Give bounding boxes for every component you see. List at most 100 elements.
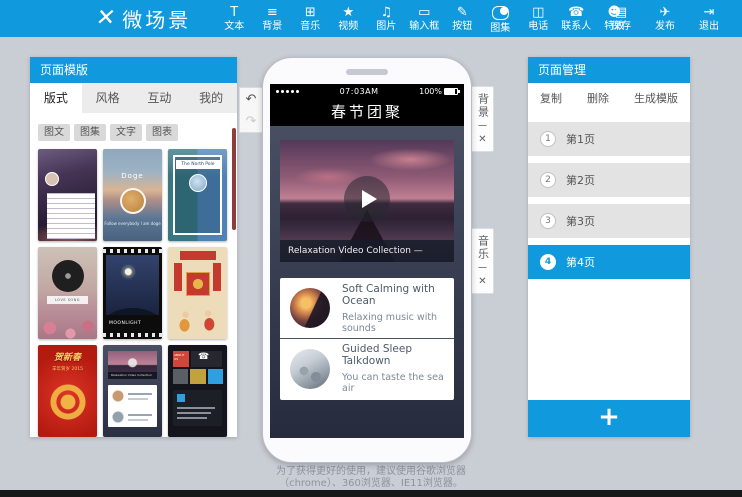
phone-preview: 07:03AM 100% 春节团聚 Relaxation Video Colle… (262, 57, 472, 463)
page-number-badge: 3 (540, 213, 556, 229)
toolbar-item-publish[interactable]: ✈发布 (646, 6, 684, 32)
filter-chip-2[interactable]: 文字 (110, 124, 142, 141)
page-action-1[interactable]: 删除 (587, 90, 609, 106)
page-item-2[interactable]: 2 第2页 (528, 163, 690, 197)
toolbar-item-label: 图片 (376, 21, 396, 32)
template-panel: 页面模版 版式风格互动我的 图文图集文字图表 Doge Follow everyb… (30, 57, 237, 437)
music-icon: ⊞ (305, 6, 316, 20)
page-manager-panel: 页面管理 复制删除生成模版 1第1页2第2页3第3页4第4页 + (528, 57, 690, 437)
template-tab-1[interactable]: 风格 (82, 83, 134, 113)
layer-tab-music[interactable]: 音乐 一 ✕ (472, 228, 494, 294)
template-north-pole[interactable]: The North Pole (168, 149, 227, 241)
page-item-label: 第2页 (566, 172, 595, 188)
close-icon[interactable]: ✕ (478, 134, 486, 146)
logo-x-icon: ✕ (94, 7, 117, 30)
video-caption: Relaxation Video Collection — (280, 240, 454, 262)
collapse-icon[interactable]: 一 (478, 123, 487, 132)
page-number-badge: 2 (540, 172, 556, 188)
template-he-xin-chun[interactable]: 贺新春羊年贺岁 2015 (38, 345, 97, 437)
bottom-bar (0, 490, 742, 497)
toolbar-item-text[interactable]: T文本 (215, 4, 253, 34)
template-panel-title: 页面模版 (30, 57, 237, 83)
layer-tab-background[interactable]: 背景 一 ✕ (472, 86, 494, 152)
page-item-3[interactable]: 3 第3页 (528, 204, 690, 238)
template-tab-2[interactable]: 互动 (134, 83, 186, 113)
template-title: 贺新春 (38, 350, 97, 363)
exit-icon: ⇥ (704, 6, 715, 20)
template-profile-night[interactable] (38, 149, 97, 241)
template-title: LOVE SONG (47, 296, 88, 304)
play-button[interactable] (344, 176, 390, 222)
page-content: Relaxation Video Collection — Soft Calmi… (270, 126, 464, 438)
add-page-button[interactable]: + (528, 400, 690, 437)
page-action-2[interactable]: 生成模版 (634, 90, 678, 106)
template-about-us[interactable]: ABOUT US (168, 345, 227, 437)
toolbar-item-label: 背景 (262, 21, 282, 32)
toolbar-item-music[interactable]: ⊞音乐 (291, 4, 329, 34)
gallery-icon (492, 6, 509, 20)
filter-chip-0[interactable]: 图文 (38, 124, 70, 141)
template-love-song[interactable]: LOVE SONG (38, 247, 97, 339)
filter-chip-1[interactable]: 图集 (74, 124, 106, 141)
template-title: ABOUT US (174, 353, 188, 361)
layer-tab-label: 背景 (473, 93, 493, 119)
template-title: Doge (103, 172, 162, 180)
template-relax-video[interactable]: Relaxation Video Collection (103, 345, 162, 437)
template-subtitle: Follow everybody I am doge (103, 221, 162, 226)
toolbar-item-gallery[interactable]: 图集 (481, 4, 519, 34)
toolbar-item-picture[interactable]: ♫图片 (367, 4, 405, 34)
template-tab-3[interactable]: 我的 (185, 83, 237, 113)
playlist-thumbnail (290, 349, 330, 389)
close-icon[interactable]: ✕ (478, 276, 486, 288)
toolbar-item-save[interactable]: ▤保存 (602, 6, 640, 32)
toolbar-item-video[interactable]: ★视频 (329, 4, 367, 34)
save-icon: ▤ (615, 6, 627, 20)
undo-icon[interactable]: ↶ (246, 92, 257, 107)
template-tab-0[interactable]: 版式 (30, 83, 82, 113)
input-box-icon: ▭ (418, 6, 430, 20)
battery-icon (444, 88, 458, 95)
template-title: Relaxation Video Collection (111, 373, 152, 377)
toolbar-item-label: 音乐 (300, 21, 320, 32)
template-scrollbar[interactable] (232, 128, 236, 230)
template-filters: 图文图集文字图表 (30, 113, 237, 145)
toolbar-item-label: 视频 (338, 21, 358, 32)
toolbar-item-label: 电话 (528, 21, 548, 32)
filter-chip-3[interactable]: 图表 (146, 124, 178, 141)
button-icon: ✎ (457, 6, 468, 20)
playlist-item[interactable]: Guided Sleep TalkdownYou can taste the s… (280, 338, 454, 398)
play-icon (362, 190, 377, 208)
page-item-4[interactable]: 4第4页 (528, 245, 690, 279)
playlist-item[interactable]: Soft Calming with OceanRelaxing music wi… (280, 278, 454, 338)
template-spring-festival[interactable] (168, 247, 227, 339)
toolbar-item-label: 文本 (224, 21, 244, 32)
video-block[interactable]: Relaxation Video Collection — (280, 140, 454, 262)
playlist-item-title: Guided Sleep Talkdown (342, 343, 444, 367)
app-title: 微场景 (122, 4, 191, 33)
page-item-1[interactable]: 1第1页 (528, 122, 690, 156)
page-title[interactable]: 春节团聚 (270, 99, 464, 126)
collapse-icon[interactable]: 一 (478, 265, 487, 274)
playlist-text: Guided Sleep TalkdownYou can taste the s… (342, 343, 444, 394)
history-controls: ↶ ↷ (239, 87, 263, 133)
page-action-0[interactable]: 复制 (540, 90, 562, 106)
redo-icon[interactable]: ↷ (246, 114, 257, 129)
page-item-label: 第3页 (566, 213, 595, 229)
toolbar-item-contacts[interactable]: ☎联系人 (557, 4, 595, 34)
toolbar-item-phone-call[interactable]: ◫电话 (519, 4, 557, 34)
toolbar-item-background[interactable]: ≡背景 (253, 4, 291, 34)
phone-status-bar: 07:03AM 100% (270, 84, 464, 99)
template-title: The North Pole (176, 160, 220, 169)
publish-icon: ✈ (660, 6, 671, 20)
signal-dots-icon (276, 90, 299, 93)
toolbar-item-exit[interactable]: ⇥退出 (690, 6, 728, 32)
toolbar-item-label: 联系人 (561, 21, 591, 32)
top-toolbar: ✕ 微场景 T文本≡背景⊞音乐★视频♫图片▭输入框✎按钮图集◫电话☎联系人☻特效… (0, 0, 742, 37)
toolbar-item-input-box[interactable]: ▭输入框 (405, 4, 443, 34)
background-icon: ≡ (267, 6, 278, 20)
template-doge[interactable]: Doge Follow everybody I am doge (103, 149, 162, 241)
template-moonlight[interactable]: MOONLIGHT (103, 247, 162, 339)
toolbar-item-button[interactable]: ✎按钮 (443, 4, 481, 34)
phone-call-icon: ◫ (532, 6, 544, 20)
battery-indicator: 100% (419, 87, 458, 96)
